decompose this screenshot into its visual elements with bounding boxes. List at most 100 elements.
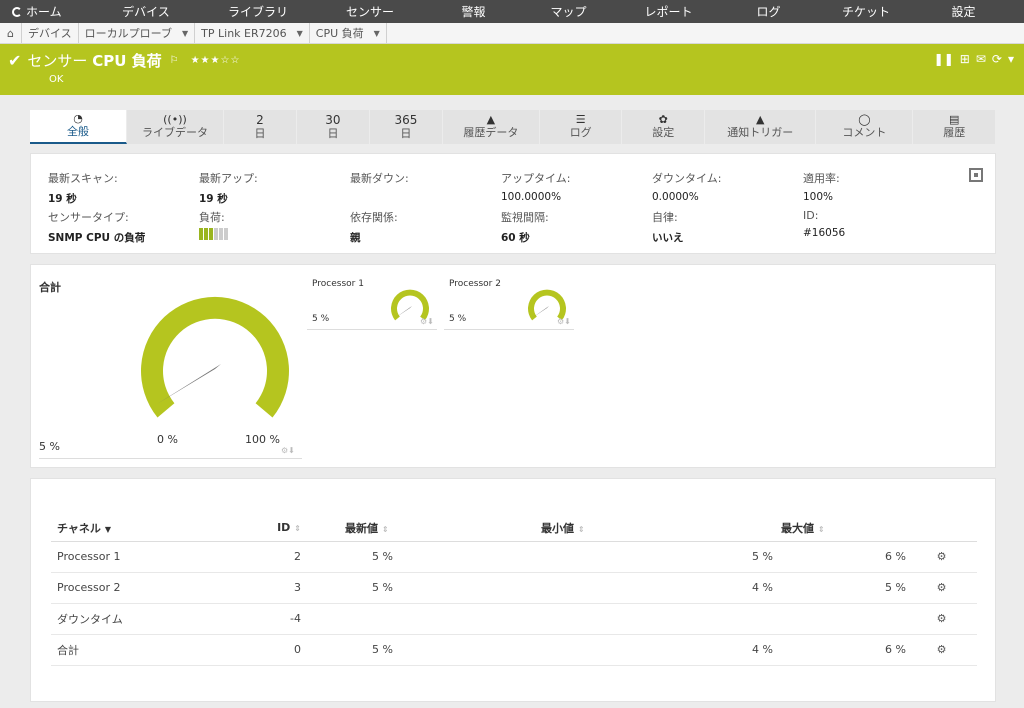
load-bar-segment [219,228,223,240]
tab-365-days[interactable]: 365 日 [370,110,443,144]
breadcrumb-device-label: TP Link ER7206 [201,26,287,40]
column-last-value[interactable]: 最新値 ⇕ [301,515,541,542]
nav-home[interactable]: ホーム [0,3,90,20]
nav-maps[interactable]: マップ [521,3,616,20]
cell-channel[interactable]: Processor 2 [51,572,241,604]
nav-sensors[interactable]: センサー [314,3,426,20]
autonomy-label: 自律: [652,211,678,224]
table-row[interactable]: Processor 2 3 5 % 4 % 5 % ⚙ [51,572,977,604]
dependency-label: 依存関係: [350,211,398,224]
nav-libraries[interactable]: ライブラリ [202,3,314,20]
processor1-gauge-arc [391,289,429,321]
cell-min [541,603,781,635]
tab-comments[interactable]: ◯ コメント [816,110,914,144]
uptime: アップタイム: 100.0000% [501,170,571,203]
breadcrumb-probe[interactable]: ローカルプローブ ▼ [79,23,196,43]
table-row[interactable]: 合計 0 5 % 4 % 6 % ⚙ [51,634,977,666]
last-scan-label: 最新スキャン: [48,172,118,185]
cell-max: 5 % [781,572,906,604]
table-row[interactable]: ダウンタイム -4 ⚙ [51,603,977,635]
mail-icon[interactable]: ✉ [976,52,986,66]
refresh-icon[interactable]: ⟳ [992,52,1002,66]
gauge-options-icon[interactable]: ⚙⬇ [420,317,434,326]
status-text: OK [49,74,64,85]
column-min[interactable]: 最小値 ⇕ [541,515,781,542]
breadcrumb-probe-label: ローカルプローブ [84,27,173,40]
tab-historic-data[interactable]: ▲ 履歴データ [443,110,540,144]
cell-min: 5 % [541,541,781,573]
cell-id: 3 [241,572,301,604]
sort-icon: ⇕ [818,524,825,534]
last-down: 最新ダウン: [350,170,409,186]
channels-panel: チャネル ▼ ID ⇕ 最新値 ⇕ 最小値 ⇕ 最大値 ⇕ Processor 1 [30,478,996,702]
gear-icon[interactable]: ⚙ [906,572,977,604]
cell-id: -4 [241,603,301,635]
gear-icon[interactable]: ⚙ [906,634,977,666]
sensor-title-row: ✔ センサー CPU 負荷 ⚐ ★★★☆☆ [8,50,240,71]
tab-30-days[interactable]: 30 日 [297,110,370,144]
tab-2-days[interactable]: 2 日 [224,110,297,144]
sort-icon: ⇕ [578,524,585,534]
cell-channel[interactable]: Processor 1 [51,541,241,573]
breadcrumb-sensor[interactable]: CPU 負荷 ▼ [310,23,387,43]
sort-desc-icon: ▼ [104,524,112,534]
gauge-options-icon[interactable]: ⚙⬇ [557,317,571,326]
chevron-down-icon[interactable]: ▼ [182,29,188,38]
check-icon: ✔ [8,51,22,70]
cell-channel[interactable]: 合計 [51,634,241,666]
tab-live-data[interactable]: ((•)) ライブデータ [127,110,224,144]
nav-reports[interactable]: レポート [616,3,721,20]
tab-overview[interactable]: ◔ 全般 [30,110,127,144]
home-icon[interactable]: ⌂ [0,23,22,43]
tab-history[interactable]: ▤ 履歴 [913,110,996,144]
tab-settings[interactable]: ✿ 設定 [622,110,706,144]
sensor-header: ✔ センサー CPU 負荷 ⚐ ★★★☆☆ OK ❚❚ ⊞ ✉ ⟳ ▾ [0,44,1024,95]
qr-code-icon[interactable] [969,168,983,182]
load-bar-segment [204,228,208,240]
coverage-value: 100% [803,191,834,203]
tab-label: ライブデータ [141,126,208,139]
chevron-down-icon[interactable]: ▼ [374,29,380,38]
flag-icon[interactable]: ⚐ [170,55,179,66]
column-channel[interactable]: チャネル ▼ [51,515,241,542]
column-channel-label: チャネル [57,521,101,535]
coverage-label: 適用率: [803,172,840,185]
nav-devices[interactable]: デバイス [90,3,202,20]
gear-icon[interactable]: ⚙ [906,541,977,573]
cell-max [781,603,906,635]
gear-icon[interactable]: ⚙ [906,603,977,635]
chevron-down-icon[interactable]: ▾ [1008,52,1014,66]
column-id[interactable]: ID ⇕ [241,515,301,542]
gauge-options-icon[interactable]: ⚙⬇ [281,446,295,455]
nav-alarms[interactable]: 警報 [426,3,521,20]
column-max-label: 最大値 [781,521,814,535]
load-bar-segment [214,228,218,240]
column-min-label: 最小値 [541,521,574,535]
column-max[interactable]: 最大値 ⇕ [781,515,906,542]
downtime: ダウンタイム: 0.0000% [652,170,722,203]
nav-logs[interactable]: ログ [721,3,816,20]
tab-number: 365 [394,112,418,127]
tab-label: ログ [569,126,592,139]
load-bar [199,228,228,240]
autonomy-value: いいえ [652,232,684,244]
cell-id: 0 [241,634,301,666]
pause-icon[interactable]: ❚❚ [934,52,954,66]
nav-tickets[interactable]: チケット [816,3,916,20]
priority-stars[interactable]: ★★★☆☆ [191,55,241,66]
total-gauge-title: 合計 [39,281,61,294]
tab-log[interactable]: ☰ ログ [540,110,623,144]
tab-label: 全般 [66,125,89,138]
cell-channel[interactable]: ダウンタイム [51,603,241,635]
add-icon[interactable]: ⊞ [960,52,970,66]
breadcrumb-devices[interactable]: デバイス [22,23,79,43]
table-header-row: チャネル ▼ ID ⇕ 最新値 ⇕ 最小値 ⇕ 最大値 ⇕ [51,515,977,542]
processor2-gauge-arc [528,289,566,321]
total-gauge-max: 100 % [245,433,280,446]
table-row[interactable]: Processor 1 2 5 % 5 % 6 % ⚙ [51,541,977,573]
tab-notification-triggers[interactable]: ▲ 通知トリガー [705,110,817,144]
nav-setup[interactable]: 設定 [916,3,1011,20]
chevron-down-icon[interactable]: ▼ [297,29,303,38]
sensor-info-panel: 最新スキャン: 19 秒 最新アップ: 19 秒 最新ダウン: アップタイム: … [30,153,996,254]
breadcrumb-device[interactable]: TP Link ER7206 ▼ [195,23,310,43]
